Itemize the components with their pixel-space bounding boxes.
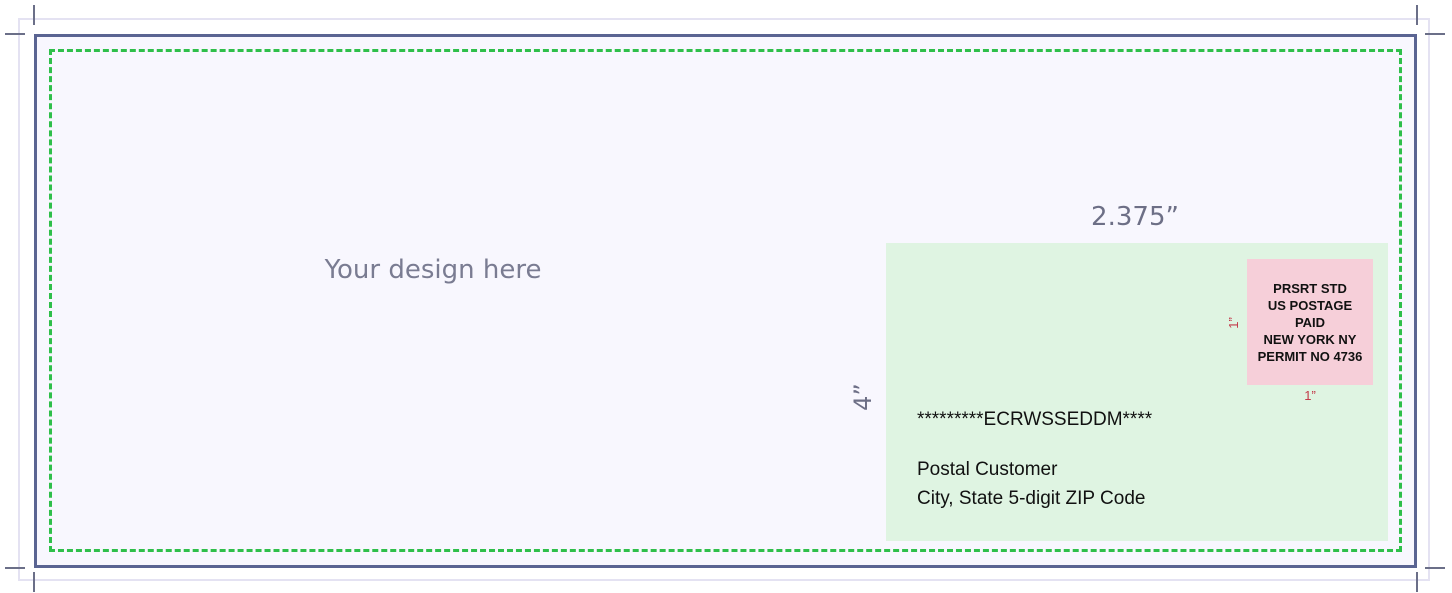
recipient-city-line: City, State 5-digit ZIP Code xyxy=(917,488,1146,509)
crop-mark xyxy=(1416,5,1418,25)
mail-piece-template: Your design here 2.375” 4” *********ECRW… xyxy=(0,0,1452,593)
indicia-line: NEW YORK NY xyxy=(1263,331,1357,347)
postage-indicia: PRSRT STD US POSTAGE PAID NEW YORK NY PE… xyxy=(1247,259,1373,385)
indicia-width-dimension: 1” xyxy=(1304,388,1316,403)
crop-mark xyxy=(5,33,25,35)
crop-mark xyxy=(5,567,25,569)
indicia-line: PRSRT STD xyxy=(1273,280,1347,296)
recipient-name: Postal Customer xyxy=(917,459,1058,480)
crop-mark xyxy=(1425,567,1445,569)
recipient-address: Postal Customer City, State 5-digit ZIP … xyxy=(917,455,1145,513)
indicia-height-dimension: 1” xyxy=(1226,317,1241,329)
design-placeholder-text: Your design here xyxy=(324,255,542,285)
mail-endorsement-line: *********ECRWSSEDDM**** xyxy=(917,409,1153,430)
crop-mark xyxy=(33,572,35,592)
address-width-dimension: 2.375” xyxy=(1091,202,1179,232)
crop-mark xyxy=(33,5,35,25)
indicia-line: PERMIT NO 4736 xyxy=(1257,348,1363,364)
indicia-line: PAID xyxy=(1294,314,1326,330)
crop-mark xyxy=(1425,33,1445,35)
address-height-dimension: 4” xyxy=(849,383,877,411)
indicia-line: US POSTAGE xyxy=(1267,297,1353,313)
crop-mark xyxy=(1416,572,1418,592)
